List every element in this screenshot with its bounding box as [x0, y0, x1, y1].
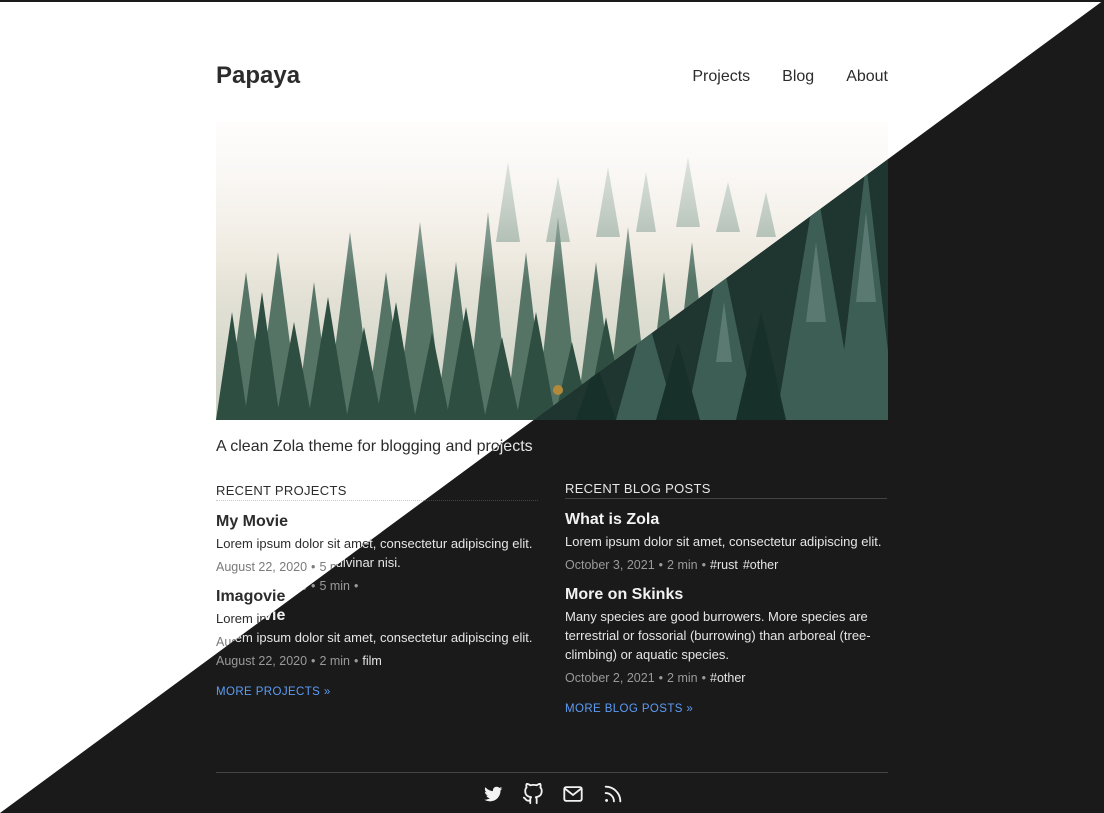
nav-about[interactable]: About: [846, 68, 888, 86]
site-title[interactable]: Papaya: [216, 62, 300, 90]
post-read-time: 2 min: [667, 671, 698, 685]
email-icon[interactable]: [562, 783, 584, 805]
blog-item: More on Skinks Many species are good bur…: [565, 586, 887, 685]
more-blog-posts-link[interactable]: MORE BLOG POSTS »: [565, 703, 693, 715]
post-summary: Many species are good burrowers. More sp…: [565, 609, 871, 662]
twitter-icon[interactable]: [482, 783, 504, 805]
post-tag[interactable]: #other: [710, 671, 745, 685]
post-date: August 22, 2020: [216, 560, 308, 574]
post-summary: Lorem ipsum dolor sit amet, consectetur …: [565, 534, 882, 549]
nav-projects[interactable]: Projects: [692, 68, 750, 86]
recent-blog-section: RECENT BLOG POSTS What is Zola Lorem ips…: [565, 481, 887, 717]
post-tag[interactable]: #other: [743, 558, 778, 572]
more-projects-link[interactable]: MORE PROJECTS »: [216, 686, 331, 698]
post-date: August 22, 2020: [216, 654, 308, 668]
post-date: October 3, 2021: [565, 558, 655, 572]
top-border: [0, 0, 1104, 2]
post-title-link[interactable]: What is Zola: [565, 511, 887, 529]
site-tagline: A clean Zola theme for blogging and proj…: [216, 438, 533, 455]
site-header: Papaya Projects Blog About: [216, 60, 888, 94]
post-read-time: 5 min: [319, 579, 351, 593]
rss-icon[interactable]: [602, 783, 624, 805]
post-meta: August 22, 2020•2 min•film: [216, 654, 382, 668]
post-tag[interactable]: film: [362, 654, 381, 668]
post-tag[interactable]: #rust: [710, 558, 738, 572]
post-meta: October 3, 2021•2 min•#rust#other: [565, 558, 779, 572]
main-nav: Projects Blog About: [692, 68, 888, 86]
github-icon[interactable]: [522, 783, 544, 805]
social-links: [482, 783, 624, 805]
post-date: October 2, 2021: [565, 671, 655, 685]
post-read-time: 2 min: [319, 654, 351, 668]
section-heading: RECENT BLOG POSTS: [565, 481, 887, 499]
site-footer: [216, 772, 888, 805]
blog-item: What is Zola Lorem ipsum dolor sit amet,…: [565, 511, 887, 572]
nav-blog[interactable]: Blog: [782, 68, 814, 86]
post-summary: Lorem ipsum dolor sit amet, consectetur …: [216, 630, 533, 645]
post-title-link[interactable]: More on Skinks: [565, 586, 887, 604]
post-read-time: 2 min: [667, 558, 698, 572]
post-meta: October 2, 2021•2 min•#other: [565, 671, 746, 685]
